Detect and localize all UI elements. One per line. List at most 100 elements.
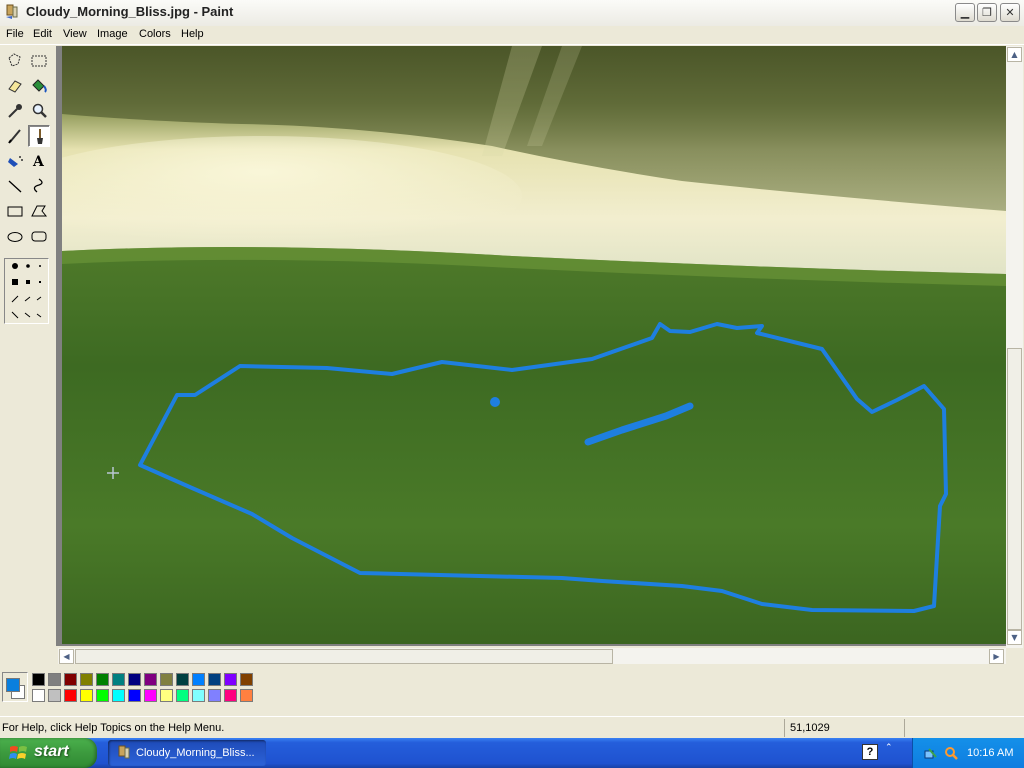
- palette-swatch[interactable]: [64, 673, 77, 686]
- arrow-right-icon: ▶: [993, 652, 1000, 661]
- maximize-button[interactable]: ❐: [977, 3, 997, 22]
- rectangle-tool[interactable]: [4, 200, 26, 222]
- scroll-right-button[interactable]: ▶: [989, 649, 1004, 664]
- dot-stroke: [490, 397, 500, 407]
- palette-swatch[interactable]: [80, 689, 93, 702]
- eyedropper-icon: [8, 104, 22, 118]
- fill-tool[interactable]: [28, 75, 50, 97]
- menu-file[interactable]: File: [6, 28, 24, 40]
- network-tray-icon[interactable]: [923, 745, 939, 761]
- foreground-color-box[interactable]: [6, 678, 20, 692]
- horizontal-scroll-thumb[interactable]: [75, 649, 613, 664]
- taskbar: start Cloudy_Morning_Bliss... ? ⌃ 10:16 …: [0, 738, 1024, 768]
- current-colors[interactable]: [2, 672, 28, 702]
- palette-swatch[interactable]: [192, 673, 205, 686]
- ellipse-tool[interactable]: [4, 225, 26, 247]
- ellipse-icon: [7, 232, 23, 242]
- palette-swatch[interactable]: [32, 689, 45, 702]
- brush-shape-options[interactable]: [4, 258, 49, 324]
- palette-swatch[interactable]: [64, 689, 77, 702]
- palette-swatch[interactable]: [48, 689, 61, 702]
- rectangle-select-tool[interactable]: [28, 50, 50, 72]
- text-tool[interactable]: A: [28, 150, 50, 172]
- palette-swatch[interactable]: [240, 689, 253, 702]
- taskbar-paint-button[interactable]: Cloudy_Morning_Bliss...: [108, 740, 266, 766]
- airbrush-tool[interactable]: [4, 150, 26, 172]
- status-bar: For Help, click Help Topics on the Help …: [0, 716, 1024, 739]
- start-button[interactable]: start: [0, 738, 97, 768]
- palette-swatch[interactable]: [128, 689, 141, 702]
- restore-icon: ❐: [982, 6, 992, 19]
- vertical-scrollbar[interactable]: ▲ ▼: [1006, 46, 1023, 648]
- palette-swatch[interactable]: [208, 673, 221, 686]
- palette-swatch[interactable]: [32, 673, 45, 686]
- line-icon: [8, 180, 22, 193]
- minimize-button[interactable]: ▁: [955, 3, 975, 22]
- minimize-icon: ▁: [960, 6, 970, 19]
- palette-swatch[interactable]: [224, 673, 237, 686]
- text-icon: A: [32, 154, 45, 170]
- curve-tool[interactable]: [28, 175, 50, 197]
- palette-swatch[interactable]: [208, 689, 221, 702]
- eraser-tool[interactable]: [4, 75, 26, 97]
- paint-bucket-icon: [32, 79, 47, 93]
- help-question-icon[interactable]: ?: [862, 744, 878, 760]
- menu-colors[interactable]: Colors: [139, 28, 171, 40]
- palette-swatch[interactable]: [112, 673, 125, 686]
- palette-swatch[interactable]: [224, 689, 237, 702]
- palette-swatch[interactable]: [128, 673, 141, 686]
- palette-swatch[interactable]: [240, 673, 253, 686]
- polygon-tool[interactable]: [28, 200, 50, 222]
- palette-swatch[interactable]: [144, 673, 157, 686]
- magnifier-tool[interactable]: [28, 100, 50, 122]
- rounded-rectangle-icon: [31, 231, 47, 242]
- palette-swatch[interactable]: [80, 673, 93, 686]
- palette-swatch[interactable]: [96, 673, 109, 686]
- palette-swatch[interactable]: [160, 689, 173, 702]
- start-label: start: [34, 743, 69, 760]
- palette-swatch[interactable]: [160, 673, 173, 686]
- menu-view[interactable]: View: [63, 28, 87, 40]
- line-tool[interactable]: [4, 175, 26, 197]
- brush-tool[interactable]: [28, 125, 50, 147]
- taskbar-paint-label: Cloudy_Morning_Bliss...: [136, 747, 255, 759]
- close-button[interactable]: ✕: [1000, 3, 1020, 22]
- scroll-down-button[interactable]: ▼: [1007, 630, 1022, 645]
- pencil-tool[interactable]: [4, 125, 26, 147]
- paint-app-icon: [118, 745, 130, 759]
- scroll-left-button[interactable]: ◀: [59, 649, 74, 664]
- palette-swatch[interactable]: [48, 673, 61, 686]
- rectangle-icon: [7, 206, 23, 217]
- palette-swatch[interactable]: [112, 689, 125, 702]
- palette-swatch[interactable]: [192, 689, 205, 702]
- palette-swatch[interactable]: [176, 673, 189, 686]
- arrow-down-icon: ▼: [1011, 633, 1018, 642]
- magnifier-icon: [32, 103, 47, 118]
- drawing-canvas[interactable]: [62, 46, 1006, 644]
- color-palette: [0, 666, 1024, 712]
- scroll-up-button[interactable]: ▲: [1007, 47, 1022, 62]
- vertical-scroll-thumb[interactable]: [1007, 348, 1022, 630]
- system-tray: 10:16 AM: [912, 738, 1024, 768]
- search-tray-icon[interactable]: [943, 745, 959, 761]
- paint-app-icon: [6, 4, 18, 19]
- menu-help[interactable]: Help: [181, 28, 204, 40]
- menu-edit[interactable]: Edit: [33, 28, 52, 40]
- palette-swatch[interactable]: [144, 689, 157, 702]
- curve-icon: [33, 178, 43, 193]
- pick-color-tool[interactable]: [4, 100, 26, 122]
- palette-swatch[interactable]: [176, 689, 189, 702]
- free-form-select-tool[interactable]: [4, 50, 26, 72]
- windows-logo-icon: [9, 746, 27, 759]
- title-bar[interactable]: Cloudy_Morning_Bliss.jpg - Paint ▁ ❐ ✕: [0, 0, 1024, 27]
- svg-text:A: A: [32, 154, 45, 170]
- menu-image[interactable]: Image: [97, 28, 128, 40]
- cursor-coordinates: 51,1029: [790, 722, 830, 734]
- pencil-icon: [8, 129, 21, 144]
- palette-swatch[interactable]: [96, 689, 109, 702]
- rounded-rectangle-tool[interactable]: [28, 225, 50, 247]
- horizontal-scrollbar[interactable]: ◀ ▶: [58, 648, 1006, 664]
- rectangle-select-icon: [31, 55, 47, 67]
- tray-chevron-icon[interactable]: ⌃: [885, 743, 893, 753]
- canvas-image: [62, 46, 1006, 644]
